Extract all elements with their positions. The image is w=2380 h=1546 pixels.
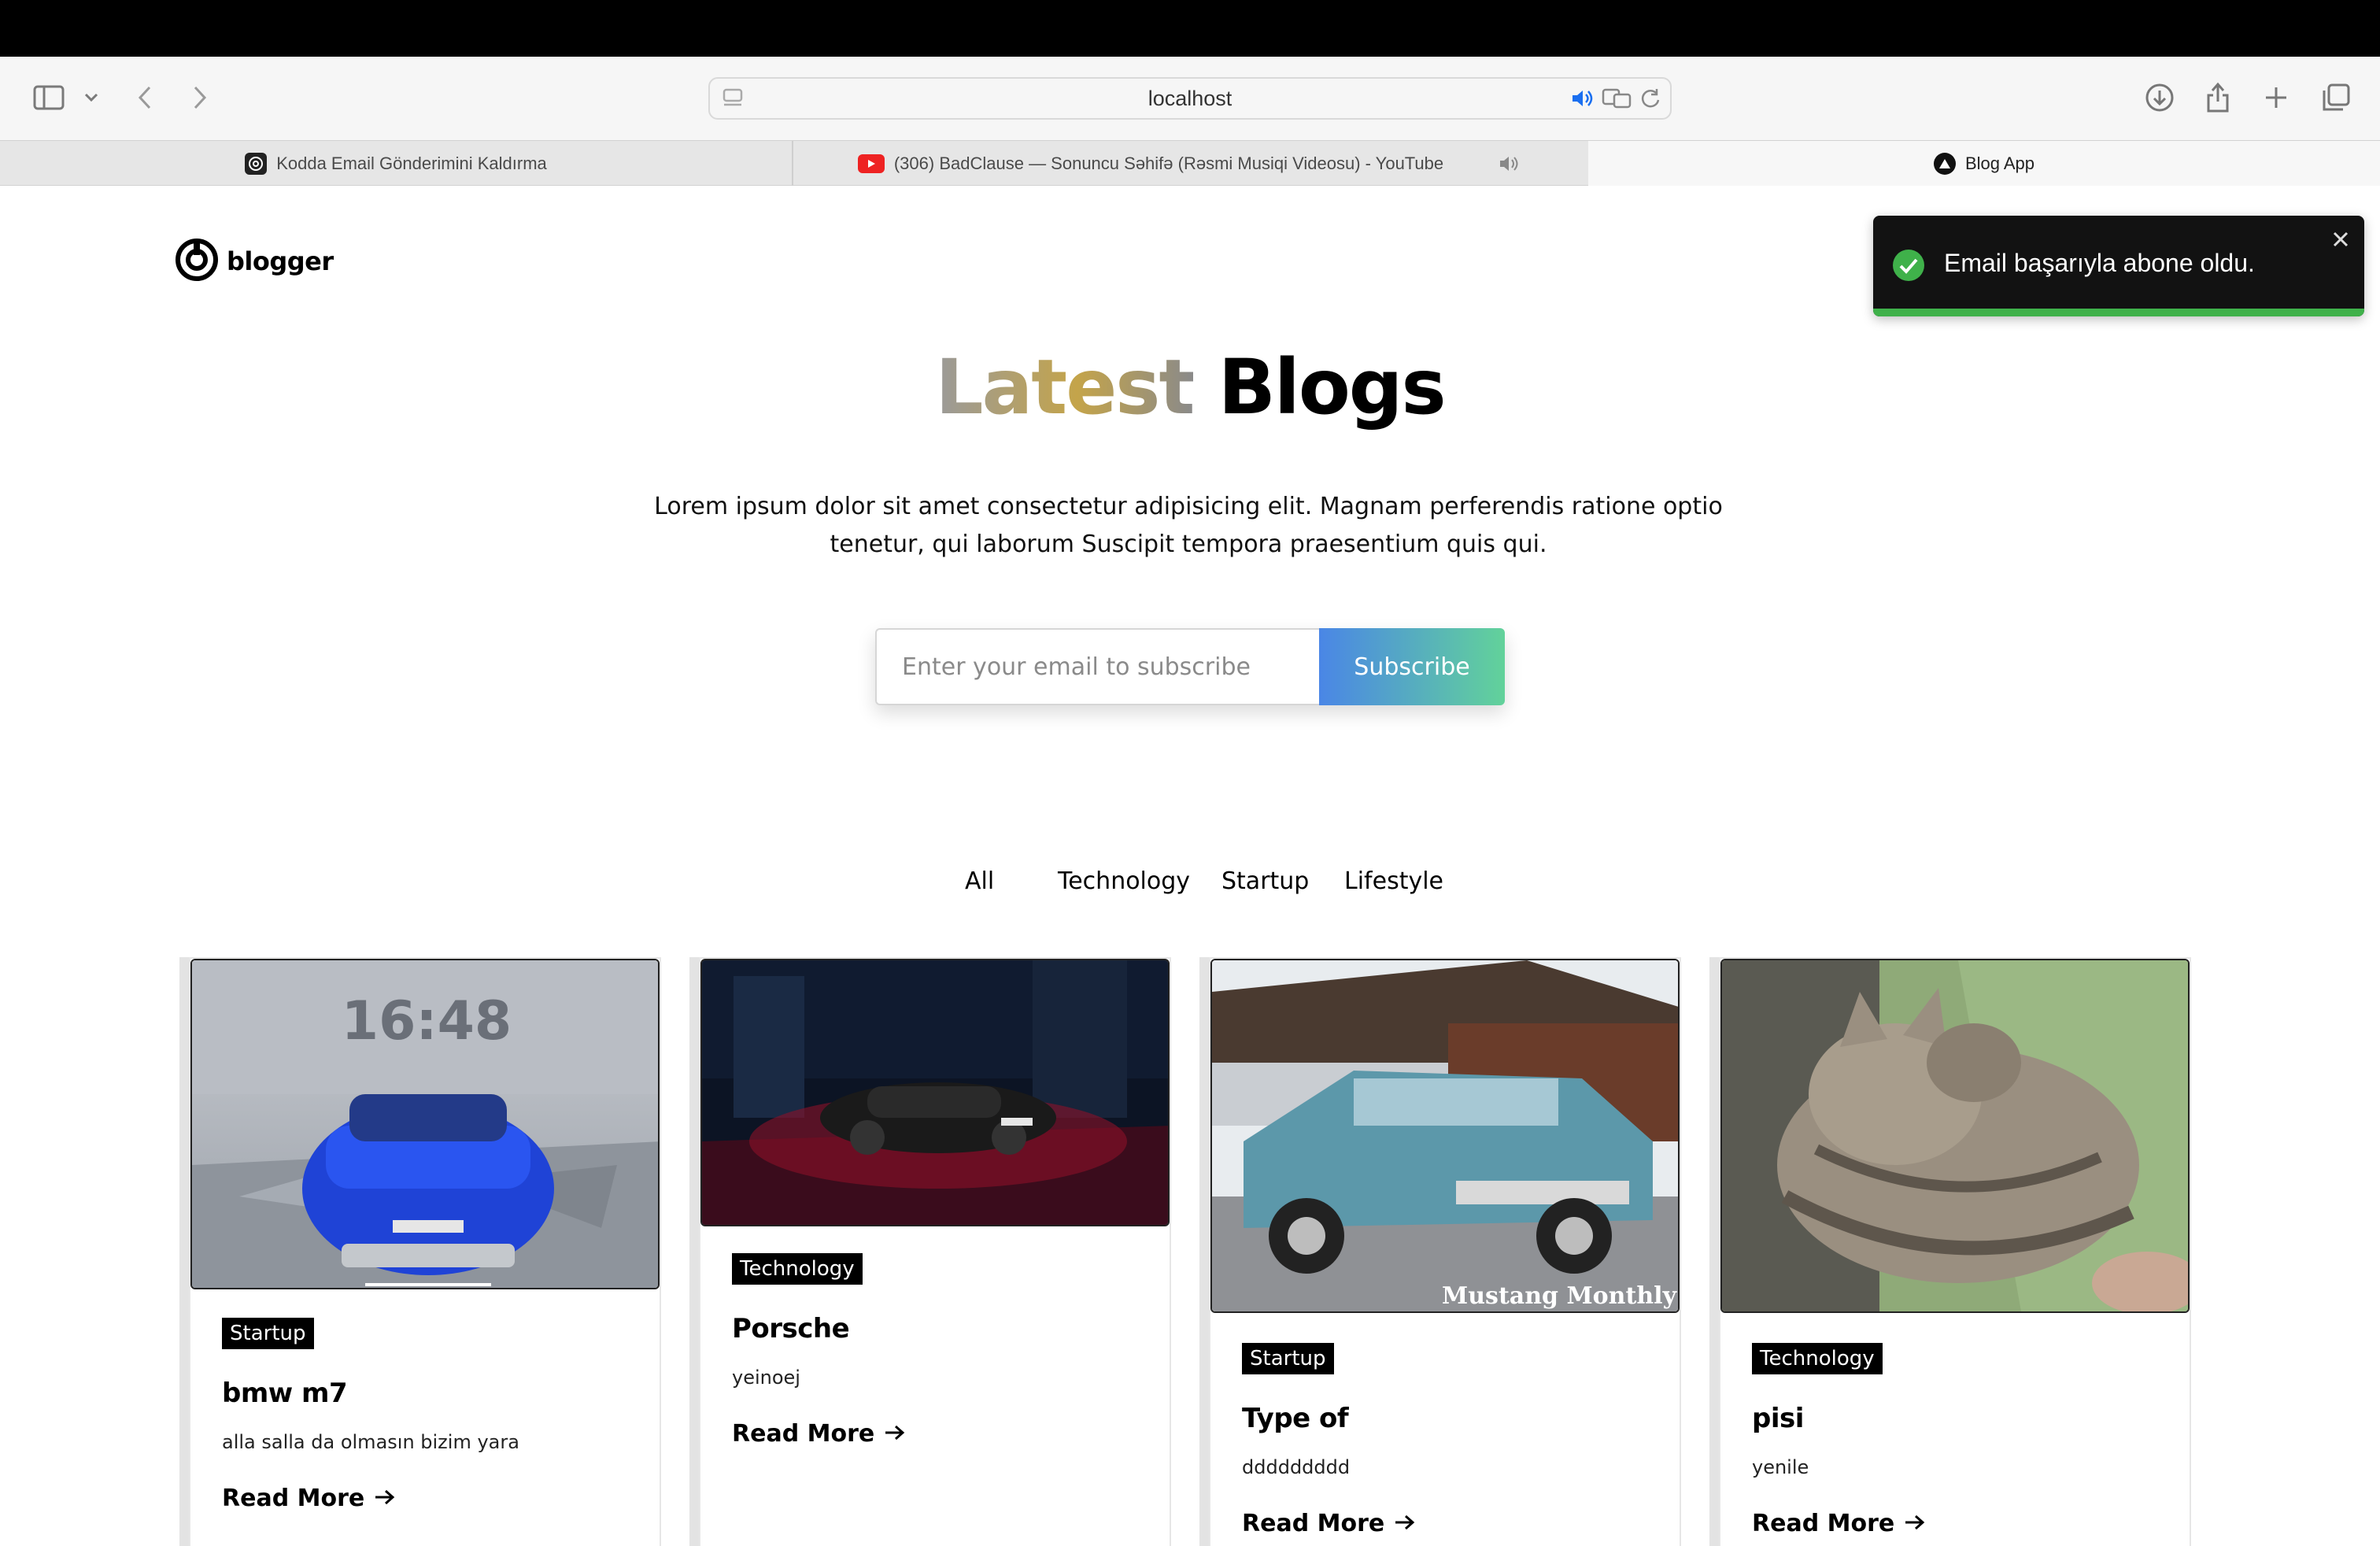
blog-app-icon: [1933, 153, 1956, 175]
blog-card[interactable]: 16:48 Startup bmw m7 alla salla da olmas…: [189, 957, 661, 1546]
blogger-logo-icon: [175, 238, 219, 285]
arrow-right-icon: [1394, 1510, 1416, 1537]
forward-icon[interactable]: [187, 83, 213, 112]
tab-youtube[interactable]: (306) BadClause — Sonuncu Səhifə (Rəsmi …: [793, 141, 1587, 187]
read-more-link[interactable]: Read More: [1752, 1510, 1926, 1537]
tab-label: Blog App: [1964, 153, 2035, 173]
toast-progress-bar: [1873, 309, 2364, 316]
card-description: ddddddddd: [1242, 1456, 1351, 1478]
downloads-icon[interactable]: [2144, 82, 2175, 113]
share-icon[interactable]: [2204, 80, 2232, 115]
system-menu-bar: [0, 0, 2380, 57]
blog-card[interactable]: Technology Porsche yeinoej Read More: [699, 957, 1171, 1546]
arrow-right-icon: [1904, 1510, 1926, 1537]
tab-blog-app[interactable]: Blog App: [1588, 141, 2380, 187]
speaker-icon[interactable]: [1569, 87, 1596, 110]
filter-startup[interactable]: Startup: [1221, 867, 1309, 895]
subscribe-form: Subscribe: [875, 628, 1505, 705]
read-more-label: Read More: [1242, 1510, 1385, 1537]
card-image: Mustang Monthly: [1210, 959, 1680, 1313]
filter-lifestyle[interactable]: Lifestyle: [1344, 867, 1443, 895]
hero-description: Lorem ipsum dolor sit amet consectetur a…: [654, 493, 1723, 558]
card-description: yenile: [1752, 1456, 1809, 1478]
tab-bar: Kodda Email Gönderimini Kaldırma (306) B…: [0, 140, 2380, 187]
tab-audio-icon[interactable]: [1497, 153, 1522, 175]
filter-all[interactable]: All: [965, 867, 994, 895]
toast-message: Email başarıyla abone oldu.: [1944, 249, 2255, 277]
tab-overview-icon[interactable]: [2320, 82, 2352, 113]
youtube-icon: [857, 154, 885, 173]
success-toast: Email başarıyla abone oldu.: [1873, 216, 2364, 316]
back-icon[interactable]: [132, 83, 157, 112]
card-image: 16:48: [190, 959, 660, 1289]
page-content: blogger Email başarıyla abone oldu. Late…: [0, 186, 2380, 1546]
address-text: localhost: [1148, 87, 1232, 110]
read-more-label: Read More: [732, 1420, 875, 1448]
reload-icon[interactable]: [1639, 87, 1662, 110]
card-title: bmw m7: [222, 1378, 348, 1409]
email-input[interactable]: [875, 628, 1319, 705]
arrow-right-icon: [374, 1485, 396, 1512]
address-bar[interactable]: localhost: [708, 77, 1672, 120]
tab-chatgpt[interactable]: Kodda Email Gönderimini Kaldırma: [0, 141, 792, 187]
card-image: [1720, 959, 2190, 1313]
tab-label: (306) BadClause — Sonuncu Səhifə (Rəsmi …: [893, 153, 1444, 173]
read-more-link[interactable]: Read More: [732, 1420, 906, 1448]
blog-card[interactable]: Technology pisi yenile Read More: [1719, 957, 2191, 1546]
subscribe-button[interactable]: Subscribe: [1319, 628, 1505, 705]
category-badge: Technology: [732, 1253, 863, 1285]
category-badge: Startup: [1242, 1343, 1334, 1374]
card-image: [700, 959, 1170, 1226]
title-highlight: Latest: [935, 343, 1195, 431]
card-description: yeinoej: [732, 1367, 800, 1389]
read-more-link[interactable]: Read More: [222, 1485, 396, 1512]
site-logo[interactable]: blogger: [175, 238, 334, 285]
arrow-right-icon: [884, 1420, 906, 1448]
read-more-label: Read More: [1752, 1510, 1895, 1537]
check-circle-icon: [1892, 249, 1925, 285]
browser-toolbar: localhost: [0, 57, 2380, 140]
logo-text: blogger: [227, 246, 334, 276]
read-more-label: Read More: [222, 1485, 365, 1512]
title-rest: Blogs: [1218, 343, 1447, 431]
filter-technology[interactable]: Technology: [1058, 867, 1190, 895]
blog-card[interactable]: Mustang Monthly Startup Type of dddddddd…: [1209, 957, 1681, 1546]
lockscreen-time: 16:48: [342, 990, 512, 1052]
tab-label: Kodda Email Gönderimini Kaldırma: [276, 153, 547, 173]
card-title: Porsche: [732, 1313, 850, 1344]
card-title: Type of: [1242, 1403, 1349, 1434]
card-title: pisi: [1752, 1403, 1804, 1434]
magazine-watermark: Mustang Monthly: [1442, 1282, 1678, 1310]
page-title: Latest Blogs: [0, 343, 2380, 431]
close-icon[interactable]: [2331, 230, 2350, 252]
chevron-down-icon[interactable]: [80, 87, 102, 109]
card-description: alla salla da olmasın bizim yara: [222, 1431, 519, 1453]
category-badge: Technology: [1752, 1343, 1883, 1374]
sidebar-toggle-icon[interactable]: [31, 82, 66, 113]
new-tab-icon[interactable]: [2262, 83, 2290, 112]
category-badge: Startup: [222, 1318, 314, 1349]
translate-icon[interactable]: [1601, 87, 1632, 110]
openai-icon: [245, 153, 268, 175]
read-more-link[interactable]: Read More: [1242, 1510, 1416, 1537]
